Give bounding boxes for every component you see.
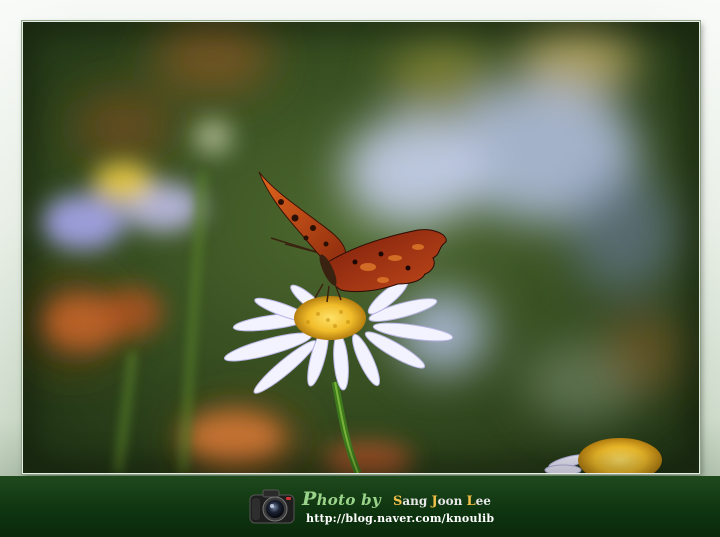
- photo-by-label: Photo by: [302, 488, 381, 510]
- daisy-center: [294, 296, 366, 340]
- photo-credit: Photo by Sang Joon Lee: [302, 488, 491, 510]
- photo-frame: Photo by Sang Joon Lee http://blog.naver…: [0, 0, 720, 537]
- author-name: Sang Joon Lee: [392, 494, 491, 509]
- photo: [22, 21, 700, 474]
- blog-url-link[interactable]: http://blog.naver.com/knoulib: [306, 512, 494, 525]
- camera-icon: [249, 489, 295, 524]
- photo-scene: [23, 22, 699, 473]
